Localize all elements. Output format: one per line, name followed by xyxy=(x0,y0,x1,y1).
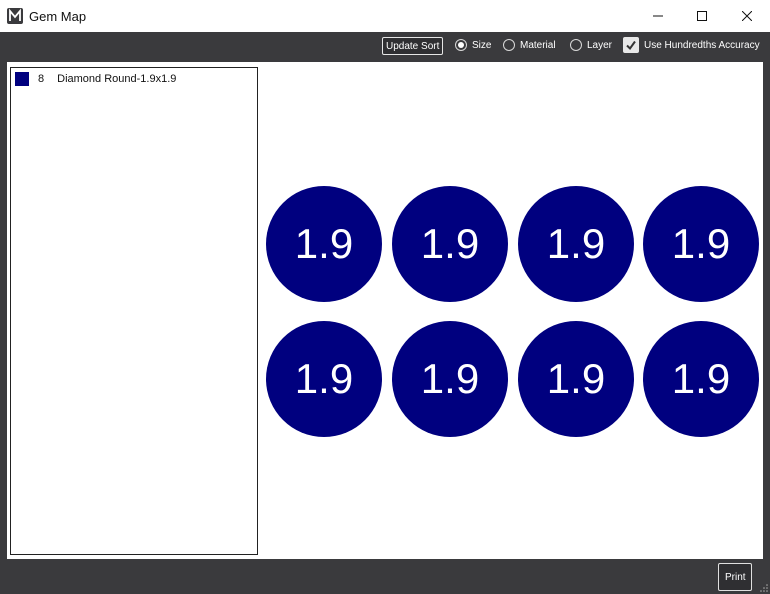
footer-bar: Print xyxy=(0,559,770,594)
gem-circle[interactable]: 1.9 xyxy=(643,321,759,437)
close-icon xyxy=(742,11,752,21)
toolbar: Update Sort Size Material Layer Use Hund… xyxy=(0,32,770,62)
gem-legend-list: 8 Diamond Round-1.9x1.9 xyxy=(10,67,258,555)
resize-grip-icon[interactable] xyxy=(760,584,768,592)
sort-size-label: Size xyxy=(472,39,492,51)
close-button[interactable] xyxy=(724,0,770,32)
minimize-icon xyxy=(653,15,663,17)
sort-material-radio[interactable] xyxy=(503,39,515,51)
sort-size-radio[interactable] xyxy=(455,39,467,51)
sort-material-label: Material xyxy=(520,39,556,51)
hundredths-label: Use Hundredths Accuracy xyxy=(644,39,760,51)
sort-layer-radio[interactable] xyxy=(570,39,582,51)
window-title: Gem Map xyxy=(29,9,87,24)
gem-circle[interactable]: 1.9 xyxy=(266,186,382,302)
gem-type-label: Diamond Round-1.9x1.9 xyxy=(57,73,177,85)
gem-circle[interactable]: 1.9 xyxy=(518,186,634,302)
gem-circle[interactable]: 1.9 xyxy=(643,186,759,302)
gem-circle[interactable]: 1.9 xyxy=(266,321,382,437)
gem-circle[interactable]: 1.9 xyxy=(518,321,634,437)
main-panel: 8 Diamond Round-1.9x1.9 1.9 1.9 1.9 1.9 … xyxy=(7,62,763,559)
gem-circle[interactable]: 1.9 xyxy=(392,321,508,437)
sort-layer-label: Layer xyxy=(587,39,613,51)
hundredths-checkbox[interactable] xyxy=(623,37,639,53)
sort-material-option[interactable]: Material xyxy=(503,39,556,51)
sort-layer-option[interactable]: Layer xyxy=(570,39,612,51)
gem-map-canvas: 1.9 1.9 1.9 1.9 1.9 1.9 1.9 1.9 xyxy=(265,62,763,559)
maximize-button[interactable] xyxy=(679,0,725,32)
print-button[interactable]: Print xyxy=(718,563,752,591)
minimize-button[interactable] xyxy=(635,0,681,32)
app-logo-icon xyxy=(7,8,23,24)
hundredths-option[interactable]: Use Hundredths Accuracy xyxy=(623,37,760,53)
gem-circle[interactable]: 1.9 xyxy=(392,186,508,302)
title-bar: Gem Map xyxy=(0,0,770,32)
gem-count: 8 xyxy=(38,73,45,85)
sort-size-option[interactable]: Size xyxy=(455,39,491,51)
maximize-icon xyxy=(697,11,707,21)
list-item[interactable]: 8 Diamond Round-1.9x1.9 xyxy=(15,72,176,86)
color-swatch xyxy=(15,72,29,86)
update-sort-button[interactable]: Update Sort xyxy=(382,37,444,55)
checkmark-icon xyxy=(626,40,636,51)
